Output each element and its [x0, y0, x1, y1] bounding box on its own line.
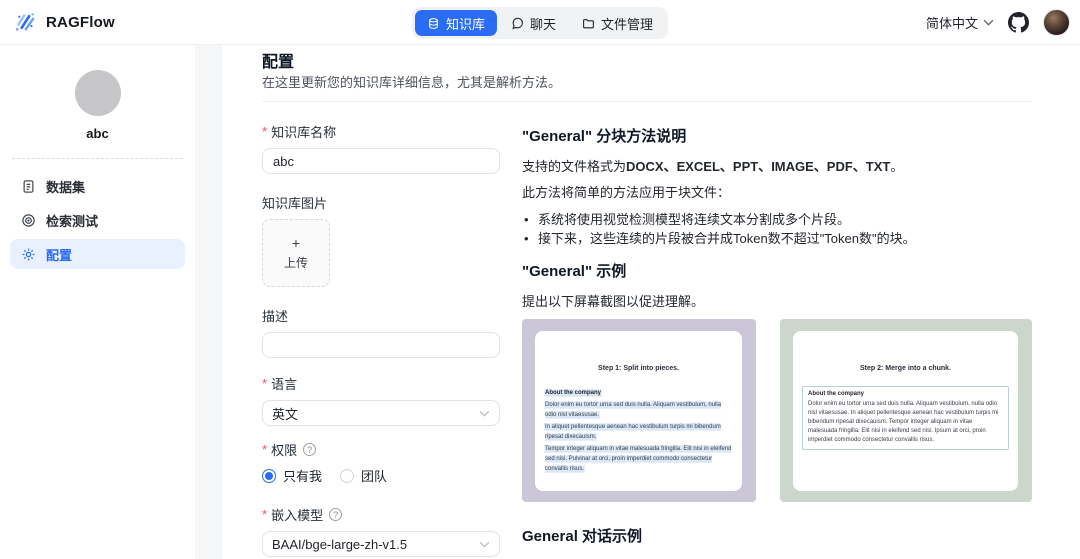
top-header: RAGFlow 知识库 聊天 [0, 0, 1080, 45]
method-title: "General" 分块方法说明 [522, 125, 1034, 146]
chat-icon [511, 17, 524, 30]
example-image-step2: Step 2: Merge into a chunk. About the co… [780, 319, 1032, 502]
brand-name: RAGFlow [46, 14, 115, 31]
sidebar-item-dataset[interactable]: 数据集 [10, 171, 185, 201]
bullet-item: 接下来，这些连续的片段被合并成Token数不超过"Token数"的块。 [522, 229, 1034, 248]
example-title: "General" 示例 [522, 260, 1034, 281]
kb-image-label: 知识库图片 [262, 193, 500, 212]
main-nav: 知识库 聊天 文件管理 [412, 7, 668, 39]
sidebar-item-label: 数据集 [46, 177, 85, 196]
language-selector[interactable]: 简体中文 [926, 13, 994, 32]
header-right: 简体中文 [926, 0, 1070, 45]
bullet-item: 系统将使用视觉检测模型将连续文本分割成多个片段。 [522, 210, 1034, 229]
radio-team[interactable]: 团队 [340, 466, 387, 485]
ragflow-app: RAGFlow 知识库 聊天 [0, 0, 1080, 559]
chevron-down-icon [479, 541, 490, 548]
kb-config-form: 知识库名称 知识库图片 + 上传 描述 语言 英文 [262, 122, 500, 559]
method-bullets: 系统将使用视觉检测模型将连续文本分割成多个片段。 接下来，这些连续的片段被合并成… [522, 210, 1034, 248]
example-image-step1: Step 1: Split into pieces. About the com… [522, 319, 756, 502]
example-screenshots: Step 1: Split into pieces. About the com… [522, 319, 1034, 502]
embedding-model-value: BAAI/bge-large-zh-v1.5 [272, 537, 407, 552]
language-field-label: 语言 [262, 374, 500, 393]
question-circle-icon[interactable]: ? [329, 508, 342, 521]
description-input[interactable] [262, 332, 500, 358]
language-label: 简体中文 [926, 13, 978, 32]
sidebar-item-retrieval-test[interactable]: 检索测试 [10, 205, 185, 235]
embedding-model-select[interactable]: BAAI/bge-large-zh-v1.5 [262, 531, 500, 557]
gear-icon [21, 247, 36, 262]
question-circle-icon[interactable]: ? [303, 443, 316, 456]
tab-file-management[interactable]: 文件管理 [570, 10, 665, 36]
step1-card: Step 1: Split into pieces. About the com… [535, 331, 742, 491]
folder-icon [582, 17, 595, 30]
step1-title: Step 1: Split into pieces. [535, 365, 742, 372]
plus-icon: + [292, 236, 300, 250]
sidebar-item-configuration[interactable]: 配置 [10, 239, 185, 269]
kb-image-upload[interactable]: + 上传 [262, 219, 330, 287]
step1-text: About the company Dolor enim eu tortor u… [545, 388, 732, 474]
chevron-down-icon [983, 19, 994, 26]
method-description: 此方法将简单的方法应用于块文件： [522, 184, 1034, 202]
configuration-panel: 配置 在这里更新您的知识库详细信息，尤其是解析方法。 知识库名称 知识库图片 +… [222, 45, 1080, 559]
tab-label: 知识库 [446, 14, 485, 33]
brand[interactable]: RAGFlow [0, 9, 115, 35]
tab-label: 文件管理 [601, 14, 653, 33]
permission-label: 权限 ? [262, 440, 500, 459]
chevron-down-icon [479, 410, 490, 417]
github-icon[interactable] [1008, 12, 1029, 33]
example-description: 提出以下屏幕截图以促进理解。 [522, 293, 1034, 311]
step2-card: Step 2: Merge into a chunk. About the co… [793, 331, 1018, 491]
upload-label: 上传 [284, 254, 308, 271]
document-icon [21, 179, 36, 194]
user-avatar[interactable] [1043, 9, 1070, 36]
sidebar-menu: 数据集 检索测试 配置 [0, 171, 195, 269]
tab-chat[interactable]: 聊天 [499, 10, 568, 36]
radio-only-me[interactable]: 只有我 [262, 466, 322, 485]
ragflow-logo-icon [12, 9, 38, 35]
tab-knowledge-base[interactable]: 知识库 [415, 10, 497, 36]
radio-unselected-icon [340, 469, 354, 483]
permission-radio-group: 只有我 团队 [262, 466, 500, 485]
kb-name-label: 知识库名称 [262, 122, 500, 141]
page-title: 配置 [262, 48, 294, 72]
kb-name: abc [0, 126, 195, 141]
knowledge-base-icon [427, 17, 440, 30]
kb-avatar [75, 70, 121, 116]
header-divider [262, 101, 1032, 102]
sidebar-item-label: 检索测试 [46, 211, 98, 230]
embedding-model-label: 嵌入模型 ? [262, 505, 500, 524]
method-help: "General" 分块方法说明 支持的文件格式为DOCX、EXCEL、PPT、… [522, 125, 1034, 559]
tab-label: 聊天 [530, 14, 556, 33]
kb-name-input[interactable] [262, 148, 500, 174]
sidebar-item-label: 配置 [46, 245, 72, 264]
dialog-example-title: General 对话示例 [522, 525, 1034, 546]
supported-formats: 支持的文件格式为DOCX、EXCEL、PPT、IMAGE、PDF、TXT。 [522, 158, 1034, 176]
page-subtitle: 在这里更新您的知识库详细信息，尤其是解析方法。 [262, 72, 561, 91]
target-icon [21, 213, 36, 228]
description-label: 描述 [262, 306, 500, 325]
sidebar-divider [12, 158, 183, 159]
step2-title: Step 2: Merge into a chunk. [793, 365, 1018, 372]
step2-chunk-box: About the company Dolor enim eu tortor u… [802, 386, 1009, 450]
kb-sidebar: abc 数据集 [0, 45, 195, 559]
language-select-value: 英文 [272, 404, 298, 423]
radio-selected-icon [262, 469, 276, 483]
language-select[interactable]: 英文 [262, 400, 500, 426]
